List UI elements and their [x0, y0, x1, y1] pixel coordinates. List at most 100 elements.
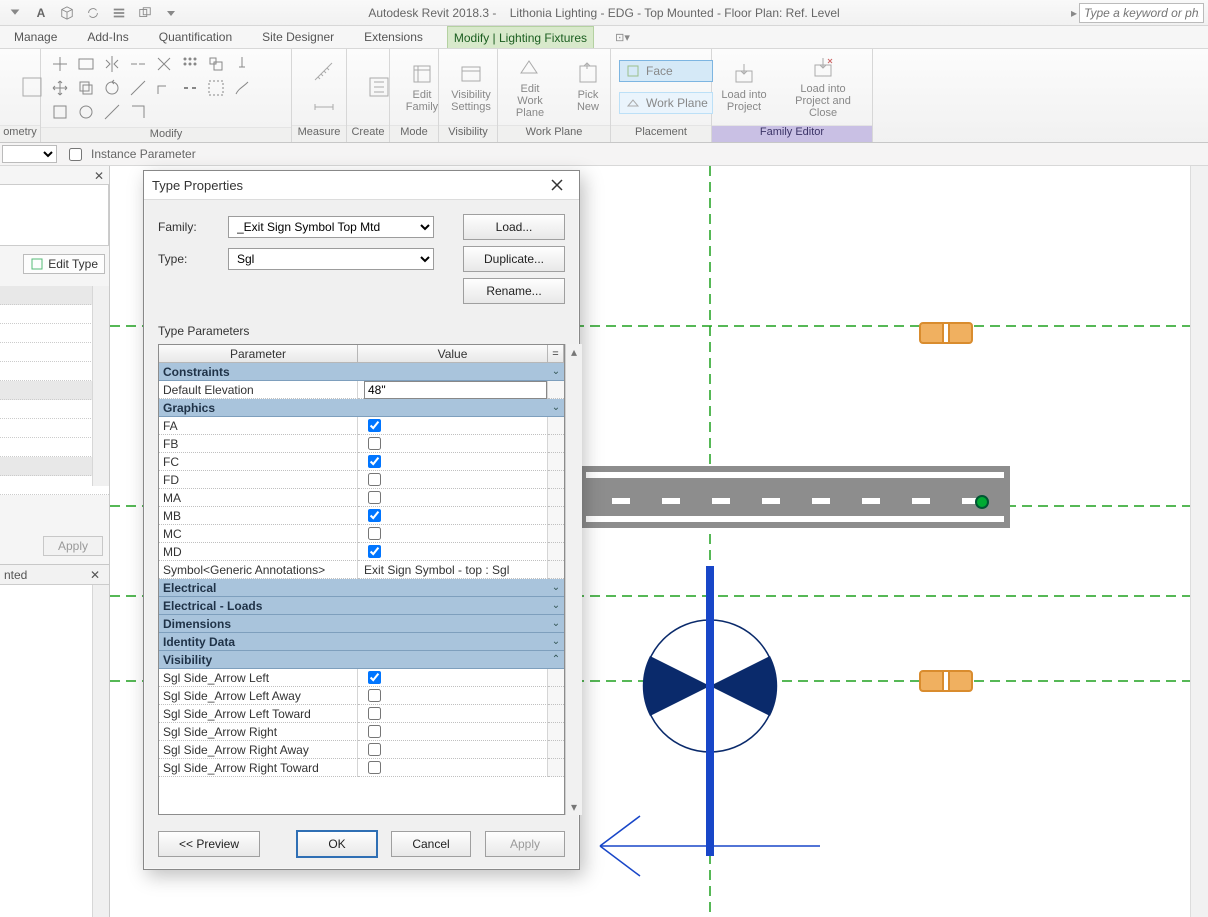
- eq-cell[interactable]: [548, 561, 564, 579]
- param-mc[interactable]: MC: [159, 525, 358, 543]
- param-symbol[interactable]: Symbol<Generic Annotations>: [159, 561, 358, 579]
- preview-button[interactable]: << Preview: [158, 831, 260, 857]
- scroll-up-icon[interactable]: ▴: [566, 344, 582, 360]
- eq-cell[interactable]: [548, 507, 564, 525]
- family-select[interactable]: _Exit Sign Symbol Top Mtd: [228, 216, 434, 238]
- eq-cell[interactable]: [548, 759, 564, 777]
- canvas-vscrollbar[interactable]: [1190, 166, 1208, 917]
- load-button[interactable]: Load...: [463, 214, 565, 240]
- load-into-project-button[interactable]: Load into Project: [720, 61, 768, 113]
- param-arrow-left-away[interactable]: Sgl Side_Arrow Left Away: [159, 687, 358, 705]
- dialog-close-button[interactable]: [543, 174, 571, 196]
- eq-cell[interactable]: [548, 543, 564, 561]
- eq-cell[interactable]: [548, 435, 564, 453]
- trim2-icon[interactable]: [127, 77, 149, 99]
- group-constraints[interactable]: Constraints: [159, 363, 548, 381]
- value-arrow-right-toward[interactable]: [358, 759, 548, 777]
- param-ma[interactable]: MA: [159, 489, 358, 507]
- arrow-left-away-checkbox[interactable]: [368, 689, 381, 702]
- param-arrow-right-toward[interactable]: Sgl Side_Arrow Right Toward: [159, 759, 358, 777]
- value-symbol[interactable]: Exit Sign Symbol - top : Sgl: [358, 561, 548, 579]
- options-dropdown[interactable]: [2, 145, 57, 163]
- value-arrow-left[interactable]: [358, 669, 548, 687]
- cancel-button[interactable]: Cancel: [391, 831, 471, 857]
- eq-cell[interactable]: [548, 489, 564, 507]
- workplane-button[interactable]: Work Plane: [619, 92, 713, 114]
- arrow-right-away-checkbox[interactable]: [368, 743, 381, 756]
- qat-dropdown-icon[interactable]: [160, 2, 182, 24]
- pick-new-button[interactable]: Pick New: [564, 61, 612, 113]
- value-default-elevation[interactable]: [358, 381, 548, 399]
- face-button[interactable]: Face: [619, 60, 713, 82]
- split-icon[interactable]: [127, 53, 149, 75]
- scale-icon[interactable]: [205, 53, 227, 75]
- fa-checkbox[interactable]: [368, 419, 381, 432]
- palette-close-icon[interactable]: ✕: [91, 168, 107, 184]
- eq-cell[interactable]: [548, 723, 564, 741]
- tab-overflow-icon[interactable]: ⊡▾: [612, 26, 630, 48]
- home-dropdown-icon[interactable]: [4, 2, 26, 24]
- text-a-icon[interactable]: A: [30, 2, 52, 24]
- col-value[interactable]: Value: [358, 345, 548, 363]
- ok-button[interactable]: OK: [297, 831, 377, 857]
- duplicate-button[interactable]: Duplicate...: [463, 246, 565, 272]
- value-fc[interactable]: [358, 453, 548, 471]
- tab-modify-lighting[interactable]: Modify | Lighting Fixtures: [447, 26, 594, 48]
- cube-icon[interactable]: [56, 2, 78, 24]
- group-electrical-loads-caret-icon[interactable]: ⌄: [548, 597, 564, 615]
- pin-icon[interactable]: [231, 53, 253, 75]
- value-ma[interactable]: [358, 489, 548, 507]
- tab-manage[interactable]: Manage: [8, 26, 63, 48]
- arrow-left-toward-checkbox[interactable]: [368, 707, 381, 720]
- align-icon[interactable]: [49, 53, 71, 75]
- ma-checkbox[interactable]: [368, 491, 381, 504]
- search-caret-icon[interactable]: ▸: [1071, 6, 1077, 20]
- search-input[interactable]: [1079, 3, 1204, 23]
- browser-close-icon[interactable]: ✕: [87, 567, 103, 583]
- fb-checkbox[interactable]: [368, 437, 381, 450]
- extra2-icon[interactable]: [75, 101, 97, 123]
- load-into-project-close-button[interactable]: Load into Project and Close: [782, 55, 864, 119]
- param-mb[interactable]: MB: [159, 507, 358, 525]
- group-electrical[interactable]: Electrical: [159, 579, 548, 597]
- fd-checkbox[interactable]: [368, 473, 381, 486]
- value-md[interactable]: [358, 543, 548, 561]
- eq-cell[interactable]: [548, 687, 564, 705]
- extra4-icon[interactable]: [127, 101, 149, 123]
- fc-checkbox[interactable]: [368, 455, 381, 468]
- mc-checkbox[interactable]: [368, 527, 381, 540]
- param-fa[interactable]: FA: [159, 417, 358, 435]
- measure-button[interactable]: [300, 60, 348, 114]
- value-arrow-left-toward[interactable]: [358, 705, 548, 723]
- grid-scrollbar[interactable]: ▴ ▾: [565, 344, 582, 815]
- mb-checkbox[interactable]: [368, 509, 381, 522]
- visibility-settings-button[interactable]: Visibility Settings: [447, 61, 495, 113]
- mirror-icon[interactable]: [101, 53, 123, 75]
- group-identity[interactable]: Identity Data: [159, 633, 548, 651]
- group-electrical-loads[interactable]: Electrical - Loads: [159, 597, 548, 615]
- trim-icon[interactable]: [153, 53, 175, 75]
- default-elevation-input[interactable]: [364, 381, 547, 399]
- corner-icon[interactable]: [153, 77, 175, 99]
- offset-icon[interactable]: [75, 53, 97, 75]
- instance-parameter-checkbox[interactable]: [69, 148, 82, 161]
- md-checkbox[interactable]: [368, 545, 381, 558]
- rotate-icon[interactable]: [101, 77, 123, 99]
- extra3-icon[interactable]: [101, 101, 123, 123]
- value-fa[interactable]: [358, 417, 548, 435]
- value-arrow-right[interactable]: [358, 723, 548, 741]
- value-arrow-right-away[interactable]: [358, 741, 548, 759]
- arrow-right-toward-checkbox[interactable]: [368, 761, 381, 774]
- switch-windows-icon[interactable]: [134, 2, 156, 24]
- group-electrical-caret-icon[interactable]: ⌄: [548, 579, 564, 597]
- eq-cell[interactable]: [548, 471, 564, 489]
- group-identity-caret-icon[interactable]: ⌄: [548, 633, 564, 651]
- group-icon[interactable]: [205, 77, 227, 99]
- demolish-icon[interactable]: [231, 77, 253, 99]
- group-visibility-caret-icon[interactable]: ⌃: [548, 651, 564, 669]
- group-constraints-caret-icon[interactable]: ⌄: [548, 363, 564, 381]
- value-mb[interactable]: [358, 507, 548, 525]
- eq-cell[interactable]: [548, 669, 564, 687]
- dialog-apply-button[interactable]: Apply: [485, 831, 565, 857]
- group-visibility[interactable]: Visibility: [159, 651, 548, 669]
